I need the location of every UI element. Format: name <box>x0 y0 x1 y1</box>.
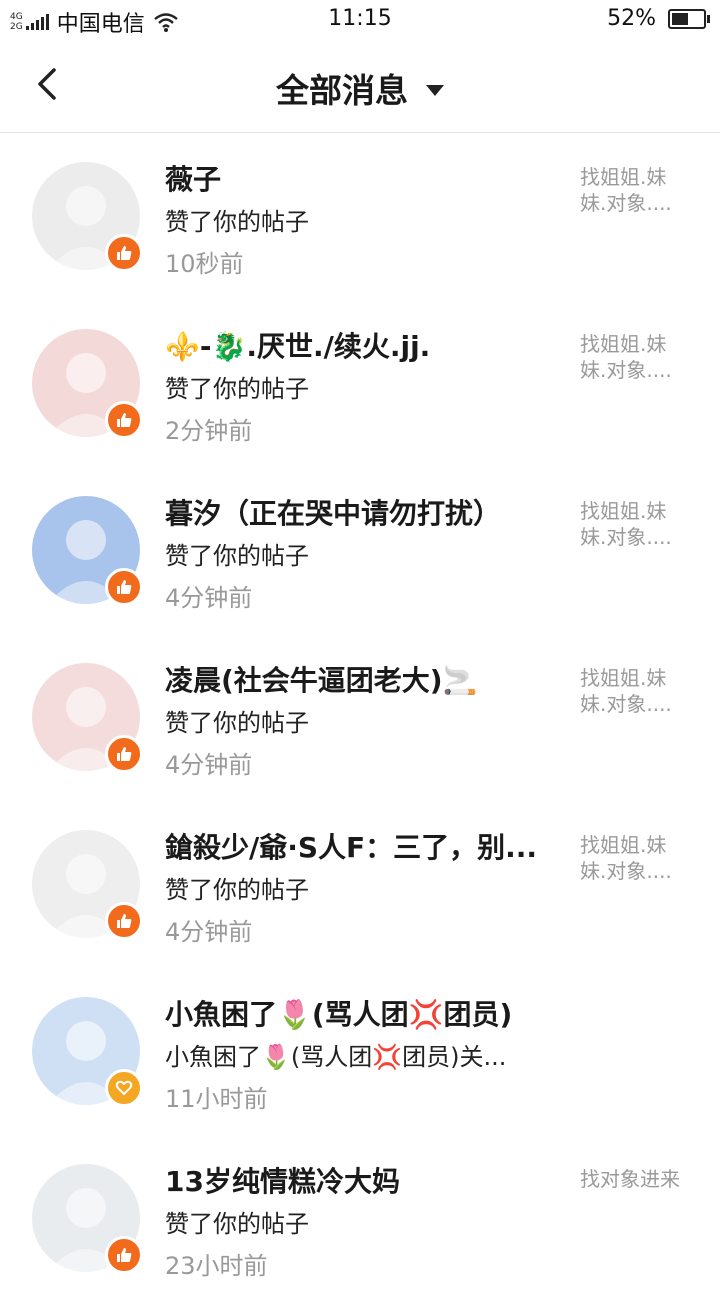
battery-level <box>672 12 688 25</box>
message-item[interactable]: 凌晨(社会牛逼团老大)🚬 赞了你的帖子 4分钟前 找姐姐.妹妹.对象.... <box>0 634 720 801</box>
sender-name: 鎗殺少/爺·S人F：三了，别... <box>165 831 538 864</box>
post-preview[interactable]: 找姐姐.妹妹.对象.... <box>580 331 682 383</box>
message-item[interactable]: 鎗殺少/爺·S人F：三了，别... 赞了你的帖子 4分钟前 找姐姐.妹妹.对象.… <box>0 801 720 968</box>
post-preview[interactable]: 找姐姐.妹妹.对象.... <box>580 498 682 550</box>
like-badge-icon <box>105 902 143 940</box>
message-time: 4分钟前 <box>165 584 253 612</box>
post-preview[interactable]: 找姐姐.妹妹.对象.... <box>580 164 682 216</box>
post-preview[interactable]: 找姐姐.妹妹.对象.... <box>580 665 682 717</box>
post-preview[interactable]: 找姐姐.妹妹.对象.... <box>580 832 682 884</box>
post-preview[interactable] <box>580 999 682 1051</box>
message-text: 赞了你的帖子 <box>165 1210 309 1238</box>
like-badge-icon <box>105 1236 143 1274</box>
like-badge-icon <box>105 568 143 606</box>
post-preview[interactable]: 找对象进来 <box>580 1166 682 1218</box>
like-badge-icon <box>105 234 143 272</box>
sender-name: 凌晨(社会牛逼团老大)🚬 <box>165 664 478 697</box>
message-item[interactable]: 小魚困了🌷(骂人团💢团员) 小魚困了🌷(骂人团💢团员)关... 11小时前 <box>0 968 720 1135</box>
message-filter-dropdown[interactable]: 全部消息 <box>0 64 720 112</box>
status-bar: 4G 2G 中国电信 11:15 52% <box>0 0 720 40</box>
header: 全部消息 <box>0 40 720 133</box>
message-text: 赞了你的帖子 <box>165 375 309 403</box>
message-text: 赞了你的帖子 <box>165 709 309 737</box>
battery-icon <box>668 8 710 29</box>
message-item[interactable]: 薇子 赞了你的帖子 10秒前 找姐姐.妹妹.对象.... <box>0 133 720 300</box>
message-time: 10秒前 <box>165 250 244 278</box>
message-item[interactable]: ⚜️-🐉.厌世./续火.jj. 赞了你的帖子 2分钟前 找姐姐.妹妹.对象...… <box>0 300 720 467</box>
sender-name: 13岁纯情糕冷大妈 <box>165 1165 400 1198</box>
message-item[interactable]: 13岁纯情糕冷大妈 赞了你的帖子 23小时前 找对象进来 <box>0 1135 720 1302</box>
page-title: 全部消息 <box>276 71 408 110</box>
message-text: 赞了你的帖子 <box>165 208 309 236</box>
sender-name: 小魚困了🌷(骂人团💢团员) <box>165 998 513 1031</box>
message-list: 薇子 赞了你的帖子 10秒前 找姐姐.妹妹.对象.... ⚜️-🐉.厌世./续火… <box>0 133 720 1302</box>
heart-badge-icon <box>105 1069 143 1107</box>
message-time: 2分钟前 <box>165 417 253 445</box>
message-time: 4分钟前 <box>165 918 253 946</box>
like-badge-icon <box>105 735 143 773</box>
battery-percent: 52% <box>607 6 656 31</box>
caret-down-icon <box>426 84 444 96</box>
like-badge-icon <box>105 401 143 439</box>
message-text: 赞了你的帖子 <box>165 876 309 904</box>
sender-name: 薇子 <box>165 163 222 196</box>
message-item[interactable]: 暮汐（正在哭中请勿打扰） 赞了你的帖子 4分钟前 找姐姐.妹妹.对象.... <box>0 467 720 634</box>
message-text: 赞了你的帖子 <box>165 542 309 570</box>
message-text: 小魚困了🌷(骂人团💢团员)关... <box>165 1043 507 1071</box>
message-time: 11小时前 <box>165 1085 268 1113</box>
message-time: 23小时前 <box>165 1252 268 1280</box>
sender-name: ⚜️-🐉.厌世./续火.jj. <box>165 330 431 363</box>
sender-name: 暮汐（正在哭中请勿打扰） <box>165 497 502 530</box>
message-time: 4分钟前 <box>165 751 253 779</box>
